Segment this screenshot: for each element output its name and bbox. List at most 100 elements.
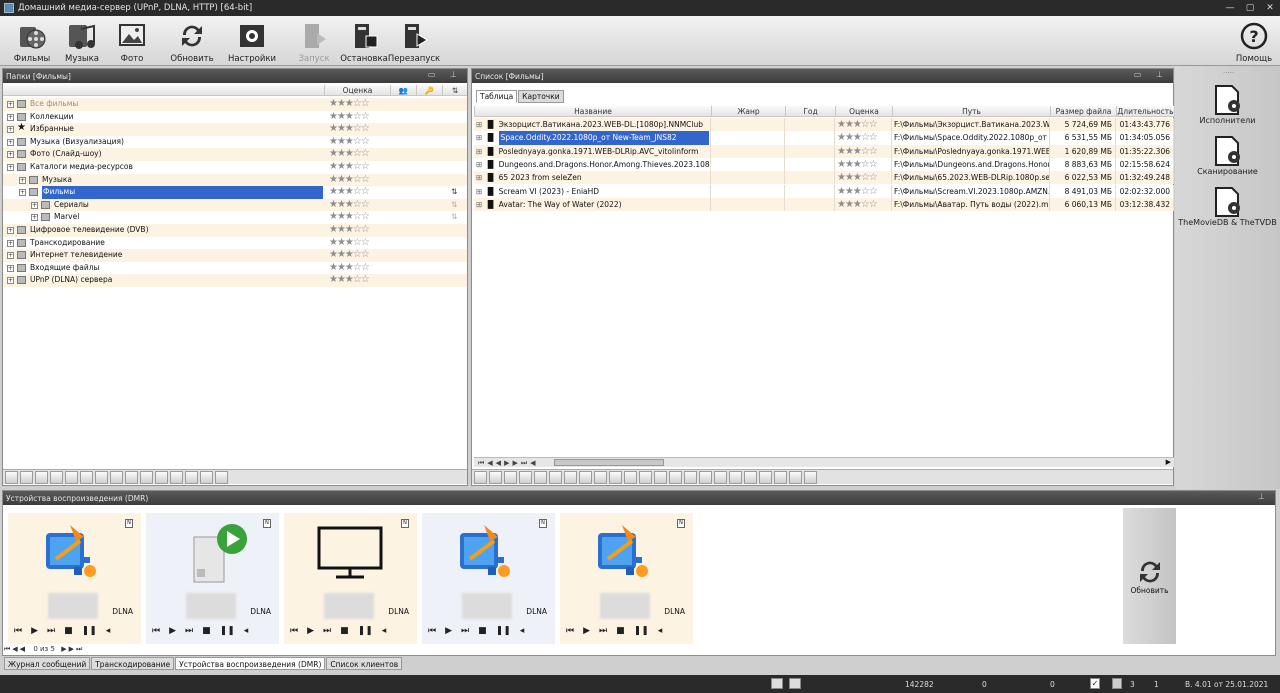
device-card[interactable]: N DLNA ⏮ ▶ ⏭ ■ ❚❚ ◂: [146, 513, 279, 644]
toolbar-tool-button[interactable]: [140, 470, 153, 484]
folder-item[interactable]: + Каталоги медиа-ресурсов ★★★☆☆: [3, 161, 467, 174]
refresh-button[interactable]: Обновить: [170, 18, 214, 64]
col-sort-icon[interactable]: ⇅: [442, 85, 467, 96]
rating-stars[interactable]: ★★★☆☆: [329, 211, 370, 223]
col-year[interactable]: Год: [785, 106, 835, 117]
bottom-tab[interactable]: Журнал сообщений: [4, 657, 91, 670]
expand-icon[interactable]: +: [7, 138, 14, 146]
folder-item[interactable]: + Все фильмы ★★★☆☆: [3, 98, 467, 111]
stop-icon[interactable]: ■: [340, 626, 349, 636]
toolbar-tool-button[interactable]: [65, 470, 78, 484]
col-rating[interactable]: Оценка: [324, 85, 390, 96]
table-row[interactable]: ⊞ ▐▌ Avatar: The Way of Water (2022) ★★★☆…: [474, 197, 1174, 212]
toolbar-tool-button[interactable]: [744, 470, 757, 484]
toolbar-tool-button[interactable]: [489, 470, 502, 484]
start-button[interactable]: Запуск: [294, 18, 334, 64]
scrollbar-thumb[interactable]: [554, 459, 664, 466]
device-card[interactable]: N DLNA ⏮ ▶ ⏭ ■ ❚❚ ◂: [422, 513, 555, 644]
previous-icon[interactable]: ⏮: [152, 626, 160, 636]
folder-item[interactable]: + Сериалы ★★★☆☆ ⇅: [3, 198, 467, 212]
network-icon[interactable]: [771, 678, 783, 689]
rating-stars[interactable]: ★★★☆☆: [329, 186, 370, 198]
toolbar-tool-button[interactable]: [759, 470, 772, 484]
rating-stars[interactable]: ★★★☆☆: [837, 172, 878, 183]
pager-prev-arrows[interactable]: ⏮◀◀: [4, 645, 27, 653]
expand-icon[interactable]: ⊞: [476, 147, 482, 156]
close-button[interactable]: ✕: [1260, 0, 1280, 16]
pause-icon[interactable]: ❚❚: [220, 626, 235, 636]
bottom-tab[interactable]: Транскодирование: [91, 657, 175, 670]
pause-icon[interactable]: ❚❚: [634, 626, 649, 636]
toolbar-tool-button[interactable]: [35, 470, 48, 484]
folder-item[interactable]: + Коллекции ★★★☆☆: [3, 111, 467, 124]
device-card[interactable]: N DLNA ⏮ ▶ ⏭ ■ ❚❚ ◂: [560, 513, 693, 644]
info-icon[interactable]: N: [677, 519, 685, 528]
expand-icon[interactable]: ⊞: [476, 120, 482, 129]
pause-icon[interactable]: ❚❚: [82, 626, 97, 636]
toolbar-tool-button[interactable]: [519, 470, 532, 484]
toolbar-tool-button[interactable]: [729, 470, 742, 484]
expand-icon[interactable]: +: [7, 126, 14, 134]
scan-button[interactable]: Сканирование: [1175, 135, 1280, 176]
devices-refresh-button[interactable]: Обновить: [1123, 508, 1176, 644]
expand-icon[interactable]: +: [7, 239, 14, 247]
toolbar-tool-button[interactable]: [20, 470, 33, 484]
expand-icon[interactable]: +: [31, 214, 38, 222]
expand-icon[interactable]: +: [7, 164, 14, 171]
toolbar-tool-button[interactable]: [215, 470, 228, 484]
monitor-icon[interactable]: [789, 678, 801, 689]
rating-stars[interactable]: ★★★☆☆: [329, 148, 370, 160]
stop-icon[interactable]: ■: [616, 626, 625, 636]
expand-icon[interactable]: +: [19, 176, 26, 184]
next-icon[interactable]: ⏭: [47, 626, 55, 636]
folder-item[interactable]: + Фильмы ★★★☆☆ ⇅: [3, 186, 467, 199]
edit-icon[interactable]: [1112, 678, 1122, 689]
rating-stars[interactable]: ★★★☆☆: [329, 123, 370, 135]
stop-icon[interactable]: ■: [478, 626, 487, 636]
toolbar-tool-button[interactable]: [639, 470, 652, 484]
col-size[interactable]: Размер файла: [1050, 106, 1116, 117]
expand-icon[interactable]: ⊞: [476, 187, 482, 196]
info-icon[interactable]: N: [263, 519, 271, 528]
toolbar-tool-button[interactable]: [684, 470, 697, 484]
play-icon[interactable]: ▶: [169, 626, 176, 636]
rating-stars[interactable]: ★★★☆☆: [837, 132, 878, 143]
table-row[interactable]: ⊞ ▐▌ Space.Oddity.2022.1080p_от New-Team…: [474, 131, 1174, 145]
table-row[interactable]: ⊞ ▐▌ Poslednyaya.gonka.1971.WEB-DLRip.AV…: [474, 144, 1174, 158]
rating-stars[interactable]: ★★★☆☆: [329, 262, 370, 274]
volume-icon[interactable]: ◂: [658, 626, 663, 636]
pause-icon[interactable]: ❚❚: [496, 626, 511, 636]
col-name[interactable]: Название: [474, 106, 711, 117]
folder-item[interactable]: + UPnP (DLNA) сервера ★★★☆☆: [3, 274, 467, 287]
expand-icon[interactable]: ⊞: [476, 160, 482, 169]
folder-item[interactable]: + Музыка ★★★☆☆: [3, 173, 467, 187]
help-button[interactable]: ? Помощь: [1232, 18, 1276, 64]
toolbar-tool-button[interactable]: [110, 470, 123, 484]
volume-icon[interactable]: ◂: [244, 626, 249, 636]
play-icon[interactable]: ▶: [31, 626, 38, 636]
col-users-icon[interactable]: 👥: [390, 85, 416, 96]
folder-item[interactable]: + Marvel ★★★☆☆ ⇅: [3, 211, 467, 224]
rating-stars[interactable]: ★★★☆☆: [329, 161, 370, 173]
volume-icon[interactable]: ◂: [106, 626, 111, 636]
toolbar-tool-button[interactable]: [504, 470, 517, 484]
toolbar-tool-button[interactable]: [699, 470, 712, 484]
expand-icon[interactable]: ⊞: [476, 173, 482, 182]
pause-icon[interactable]: ❚❚: [358, 626, 373, 636]
films-button[interactable]: Фильмы: [14, 18, 50, 64]
toolbar-tool-button[interactable]: [609, 470, 622, 484]
bottom-tab[interactable]: Устройства воспроизведения (DMR): [175, 657, 326, 670]
rating-stars[interactable]: ★★★☆☆: [329, 98, 370, 110]
expand-icon[interactable]: +: [7, 113, 14, 121]
next-icon[interactable]: ⏭: [323, 626, 331, 636]
expand-icon[interactable]: ⊞: [476, 133, 482, 142]
rating-stars[interactable]: ★★★☆☆: [329, 224, 370, 236]
stop-icon[interactable]: ■: [202, 626, 211, 636]
folder-item[interactable]: + ★ Избранные ★★★☆☆: [3, 122, 467, 136]
toolbar-tool-button[interactable]: [579, 470, 592, 484]
toolbar-tool-button[interactable]: [624, 470, 637, 484]
expand-icon[interactable]: +: [7, 101, 14, 108]
previous-icon[interactable]: ⏮: [566, 626, 574, 636]
sort-icon[interactable]: ⇅: [451, 186, 457, 199]
toolbar-tool-button[interactable]: [669, 470, 682, 484]
